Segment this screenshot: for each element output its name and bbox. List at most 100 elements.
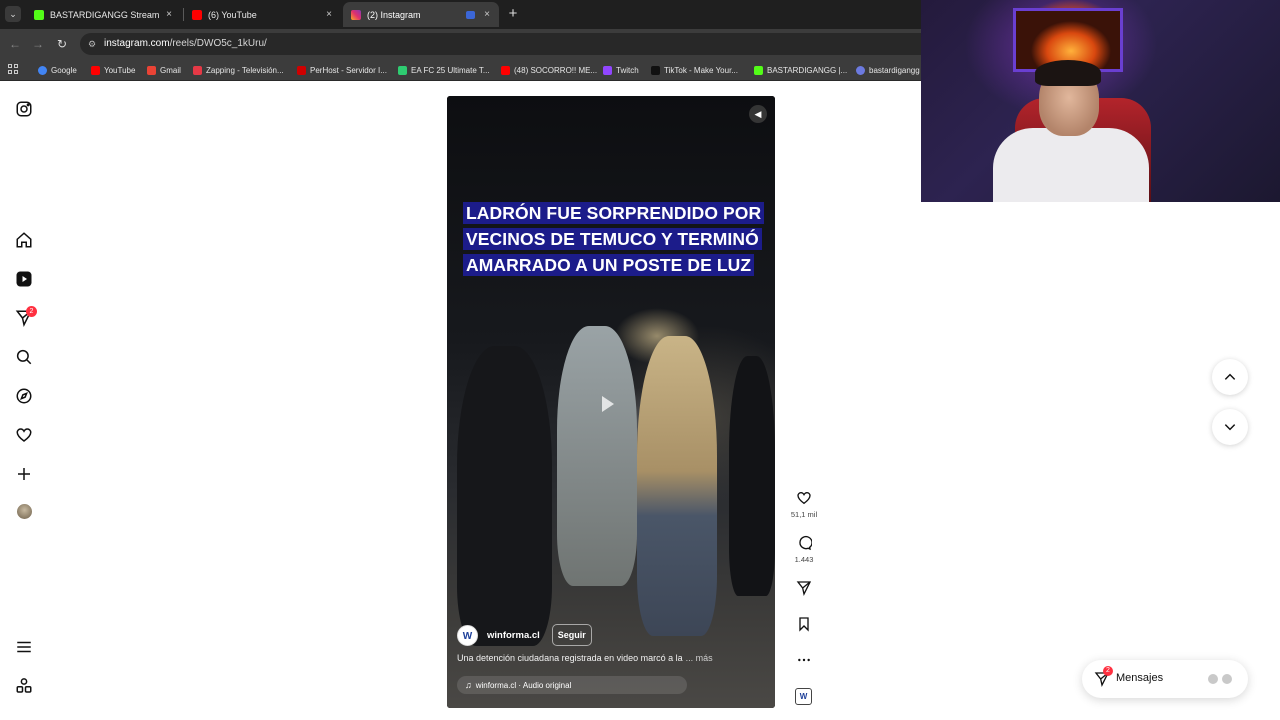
reload-icon[interactable]: ↻	[54, 36, 70, 52]
forward-arrow-icon[interactable]: →	[30, 36, 46, 52]
next-reel-button[interactable]	[1212, 409, 1248, 445]
person-figure	[637, 336, 717, 636]
audio-chip[interactable]: ♫ winforma.cl · Audio original	[457, 676, 687, 694]
person-figure	[457, 346, 552, 646]
bookmark-label: EA FC 25 Ultimate T...	[411, 65, 490, 75]
more-apps-icon[interactable]	[15, 677, 33, 695]
back-arrow-icon[interactable]: ←	[7, 36, 23, 52]
address-toolbar: ← → ↻ ⚙ instagram.com/reels/DWO5c_1kUru/	[0, 29, 921, 59]
streamer-body	[993, 128, 1149, 202]
perhost-icon	[297, 65, 306, 75]
bookmark-youtube-video[interactable]: (48) SOCORRO!! ME...	[501, 63, 597, 77]
zapping-icon	[193, 65, 202, 75]
chevron-down-icon	[1224, 424, 1236, 431]
tab-kick-stream[interactable]: BASTARDIGANGG Stream - Wa ×	[26, 2, 181, 27]
site-info-icon[interactable]: ⚙	[88, 38, 100, 50]
audio-thumbnail[interactable]: W	[795, 688, 812, 705]
comment-count: 1.443	[794, 555, 814, 564]
headline-text: LADRÓN FUE SORPRENDIDO POR VECINOS DE TE…	[463, 202, 765, 276]
person-figure	[729, 356, 775, 596]
tiktok-icon	[651, 65, 660, 75]
apps-grid-icon[interactable]	[8, 64, 20, 76]
streamer-hair	[1035, 60, 1101, 86]
tab-title: (2) Instagram	[367, 9, 421, 20]
heart-icon[interactable]	[796, 490, 812, 506]
bookmark-perhost[interactable]: PerHost - Servidor I...	[297, 63, 387, 77]
reel-video[interactable]: LADRÓN FUE SORPRENDIDO POR VECINOS DE TE…	[447, 96, 775, 708]
heart-icon[interactable]	[15, 426, 33, 444]
bookmark-tiktok[interactable]: TikTok - Make Your...	[651, 63, 738, 77]
reel-headline: LADRÓN FUE SORPRENDIDO POR VECINOS DE TE…	[463, 200, 765, 278]
bookmark-youtube[interactable]: YouTube	[91, 63, 135, 77]
address-bar[interactable]: ⚙ instagram.com/reels/DWO5c_1kUru/	[80, 33, 921, 55]
tab-audio-indicator-icon[interactable]	[466, 10, 475, 19]
tab-instagram[interactable]: (2) Instagram ×	[343, 2, 499, 27]
youtube-icon	[501, 65, 510, 75]
messages-badge: 2	[1103, 666, 1113, 676]
bookmark-gmail[interactable]: Gmail	[147, 63, 181, 77]
bookmark-label: BASTARDIGANGG |...	[767, 65, 848, 75]
bookmark-icon[interactable]	[796, 616, 812, 632]
create-icon[interactable]	[15, 465, 33, 483]
comment-action[interactable]: 1.443	[789, 535, 819, 564]
bookmark-twitch[interactable]: Twitch	[603, 63, 639, 77]
close-tab-icon[interactable]: ×	[481, 9, 493, 20]
explore-icon[interactable]	[15, 387, 33, 405]
share-icon[interactable]	[796, 580, 812, 596]
bookmark-kick[interactable]: BASTARDIGANGG |...	[754, 63, 847, 77]
bookmark-label: YouTube	[104, 65, 136, 75]
bookmark-label: bastardigangg	[869, 65, 920, 75]
bookmark-google[interactable]: Google	[38, 63, 77, 77]
kick-favicon-icon	[34, 9, 44, 20]
messages-label: Mensajes	[1116, 672, 1164, 684]
chevron-up-icon	[1224, 373, 1236, 380]
more-options-icon[interactable]	[796, 652, 812, 668]
twitch-icon	[603, 65, 612, 75]
url-text[interactable]: instagram.com/reels/DWO5c_1kUru/	[104, 38, 267, 49]
instagram-logo-icon[interactable]	[15, 100, 33, 118]
author-avatar[interactable]: W	[457, 624, 478, 646]
bookmark-ea-fc[interactable]: EA FC 25 Ultimate T...	[398, 63, 490, 77]
bookmark-bastardigangg[interactable]: bastardigangg	[856, 63, 920, 77]
streamer-webcam-overlay	[921, 0, 1280, 202]
comment-icon[interactable]	[796, 535, 812, 551]
tab-search-icon[interactable]: ⌄	[5, 6, 21, 22]
volume-icon[interactable]: ◀	[749, 105, 767, 123]
new-tab-button[interactable]: +	[506, 6, 520, 22]
close-tab-icon[interactable]: ×	[163, 9, 175, 20]
tab-title: (6) YouTube	[208, 9, 257, 20]
more-options-action[interactable]	[789, 652, 819, 668]
youtube-icon	[91, 65, 100, 75]
menu-icon[interactable]	[15, 638, 33, 656]
like-count: 51,1 mil	[790, 510, 818, 519]
person-figure	[557, 326, 637, 586]
close-tab-icon[interactable]: ×	[323, 9, 335, 20]
bookmark-label: Google	[51, 65, 77, 75]
reels-icon[interactable]	[15, 270, 33, 288]
profile-icon	[856, 65, 865, 75]
follow-button[interactable]: Seguir	[551, 624, 592, 646]
previous-reel-button[interactable]	[1212, 359, 1248, 395]
tab-youtube[interactable]: (6) YouTube ×	[184, 2, 341, 27]
caption-text: Una detención ciudadana registrada en vi…	[457, 653, 683, 663]
caption-more-link[interactable]: ... más	[686, 653, 713, 663]
tab-title: BASTARDIGANGG Stream - Wa	[50, 9, 159, 20]
search-icon[interactable]	[15, 348, 33, 366]
share-action[interactable]	[789, 580, 819, 596]
messages-widget[interactable]: 2 Mensajes	[1082, 660, 1248, 698]
home-icon[interactable]	[15, 231, 33, 249]
bookmark-zapping[interactable]: Zapping - Televisión...	[193, 63, 284, 77]
save-action[interactable]	[789, 616, 819, 632]
music-note-icon: ♫	[465, 680, 472, 690]
author-name[interactable]: winforma.cl	[487, 630, 540, 641]
gmail-icon	[147, 65, 156, 75]
ea-fc-icon	[398, 65, 407, 75]
kick-icon	[754, 65, 763, 75]
instagram-favicon-icon	[351, 9, 361, 20]
like-action[interactable]: 51,1 mil	[789, 490, 819, 519]
bookmark-label: (48) SOCORRO!! ME...	[514, 65, 598, 75]
profile-avatar[interactable]	[17, 504, 32, 519]
youtube-favicon-icon	[192, 9, 202, 20]
play-icon[interactable]	[602, 396, 614, 412]
bookmark-label: Twitch	[616, 65, 639, 75]
